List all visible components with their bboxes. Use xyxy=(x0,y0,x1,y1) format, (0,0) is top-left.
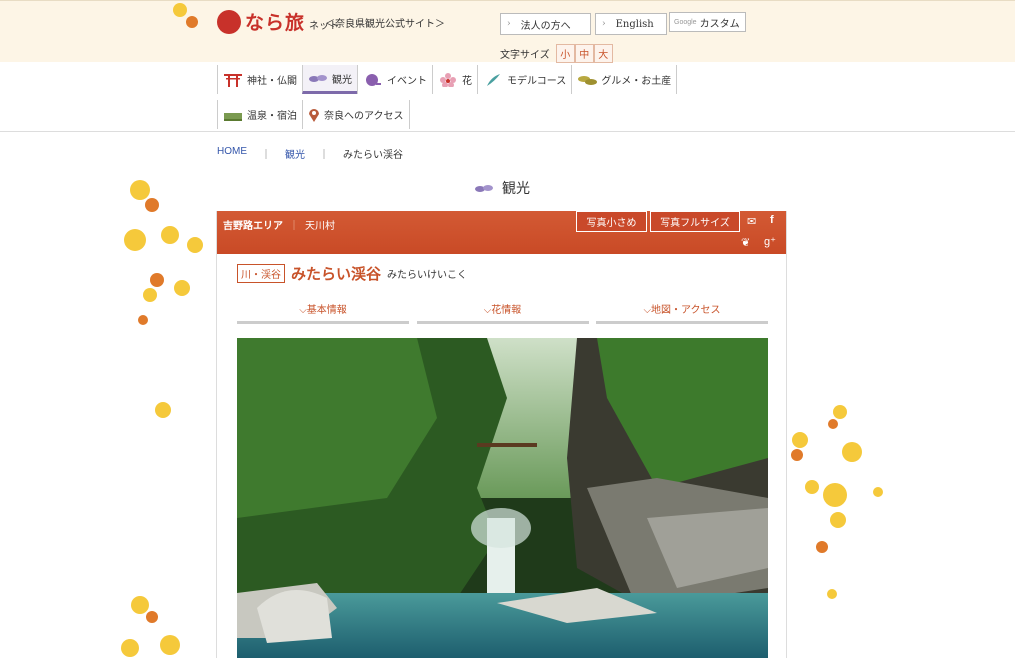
font-size-medium-button[interactable]: 中 xyxy=(574,44,594,63)
search-provider: Google xyxy=(674,18,697,26)
logo-name: なら旅 xyxy=(245,12,306,34)
spot-photo xyxy=(237,338,768,658)
global-nav: 神社・仏閣 観光 イベント 花 モデルコース グルメ・お土産 温泉・宿泊 奈良へ… xyxy=(217,65,697,133)
breadcrumb: HOME ｜ 観光 ｜ みたらい渓谷 xyxy=(217,146,403,161)
nav-label: モデルコース xyxy=(507,76,567,87)
breadcrumb-sightseeing[interactable]: 観光 xyxy=(285,146,305,161)
header-divider xyxy=(0,131,1015,132)
village-name: 天川村 xyxy=(305,221,335,232)
nav-label: 温泉・宿泊 xyxy=(247,111,297,122)
flower-icon xyxy=(440,72,456,87)
nav-item-shrines[interactable]: 神社・仏閣 xyxy=(217,65,302,94)
tab-flower-info[interactable]: ⌵花情報 xyxy=(416,301,589,324)
nav-item-flowers[interactable]: 花 xyxy=(432,65,477,94)
event-icon xyxy=(366,73,381,86)
nav-label: 神社・仏閣 xyxy=(247,76,297,87)
spot-name: みたらい渓谷 xyxy=(291,265,382,283)
torii-icon xyxy=(224,73,242,87)
sightseeing-icon xyxy=(309,75,327,82)
breadcrumb-home[interactable]: HOME xyxy=(217,146,247,161)
page-title: 観光 xyxy=(474,178,530,198)
onsen-icon xyxy=(224,112,242,121)
mail-icon[interactable]: ✉ xyxy=(747,215,756,228)
chevron-right-icon: › xyxy=(602,19,606,29)
twitter-icon[interactable]: ❦ xyxy=(741,236,750,249)
nav-label: 奈良へのアクセス xyxy=(324,111,404,122)
site-logo[interactable]: なら旅 ネット xyxy=(217,8,339,35)
english-button[interactable]: › English xyxy=(595,13,667,35)
search-label: カスタム xyxy=(699,18,740,30)
spot-area: 吉野路エリア ｜ 天川村 xyxy=(223,217,335,232)
spot-tabs: ⌵基本情報 ⌵花情報 ⌵地図・アクセス xyxy=(237,301,768,324)
photo-full-button[interactable]: 写真フルサイズ xyxy=(650,211,740,232)
gourmet-icon xyxy=(578,75,598,85)
spot-card-header: 吉野路エリア ｜ 天川村 写真小さめ 写真フルサイズ ✉ f ❦ g⁺ xyxy=(217,211,786,254)
nav-label: 花 xyxy=(462,76,472,87)
area-separator: ｜ xyxy=(289,221,299,232)
page-title-text: 観光 xyxy=(502,181,530,197)
font-size-switcher: 文字サイズ 小 中 大 xyxy=(500,44,613,63)
category-tag: 川・渓谷 xyxy=(237,264,285,283)
font-size-small-button[interactable]: 小 xyxy=(555,44,575,63)
tab-basic-info[interactable]: ⌵基本情報 xyxy=(237,301,409,324)
nav-item-onsen[interactable]: 温泉・宿泊 xyxy=(217,100,302,129)
font-size-large-button[interactable]: 大 xyxy=(593,44,613,63)
nav-item-model-course[interactable]: モデルコース xyxy=(477,65,571,94)
chevron-right-icon: › xyxy=(507,19,511,29)
nav-label: グルメ・お土産 xyxy=(601,76,672,87)
tab-map-access[interactable]: ⌵地図・アクセス xyxy=(596,301,768,324)
nav-label: 観光 xyxy=(332,74,352,86)
photo-small-button[interactable]: 写真小さめ xyxy=(576,211,647,232)
sightseeing-icon xyxy=(475,185,493,192)
facebook-icon[interactable]: f xyxy=(770,214,774,226)
corporate-button[interactable]: › 法人の方へ xyxy=(500,13,591,35)
map-pin-icon xyxy=(309,108,319,122)
area-name: 吉野路エリア xyxy=(223,221,283,232)
google-plus-icon[interactable]: g⁺ xyxy=(764,235,776,248)
spot-card: 吉野路エリア ｜ 天川村 写真小さめ 写真フルサイズ ✉ f ❦ g⁺ 川・渓谷… xyxy=(216,211,787,658)
nav-label: イベント xyxy=(387,76,427,87)
corporate-label: 法人の方へ xyxy=(520,20,571,32)
font-size-label: 文字サイズ xyxy=(500,50,550,61)
breadcrumb-separator: ｜ xyxy=(319,150,329,161)
model-course-icon xyxy=(487,73,500,86)
logo-mark-icon xyxy=(217,9,241,34)
gorge-photo-illustration xyxy=(237,338,768,658)
nav-item-access[interactable]: 奈良へのアクセス xyxy=(302,100,410,129)
english-label: English xyxy=(615,18,654,30)
nav-item-gourmet[interactable]: グルメ・お土産 xyxy=(571,65,678,94)
spot-reading: みたらいけいこく xyxy=(387,270,468,281)
search-input[interactable]: Google カスタム xyxy=(669,12,746,32)
breadcrumb-separator: ｜ xyxy=(261,150,271,161)
nav-item-events[interactable]: イベント xyxy=(357,65,432,94)
nav-item-sightseeing[interactable]: 観光 xyxy=(302,65,357,94)
breadcrumb-current: みたらい渓谷 xyxy=(343,150,403,161)
site-tagline: ＜奈良県観光公式サイト＞ xyxy=(325,19,445,30)
spot-heading: 川・渓谷 みたらい渓谷 みたらいけいこく xyxy=(237,263,467,284)
